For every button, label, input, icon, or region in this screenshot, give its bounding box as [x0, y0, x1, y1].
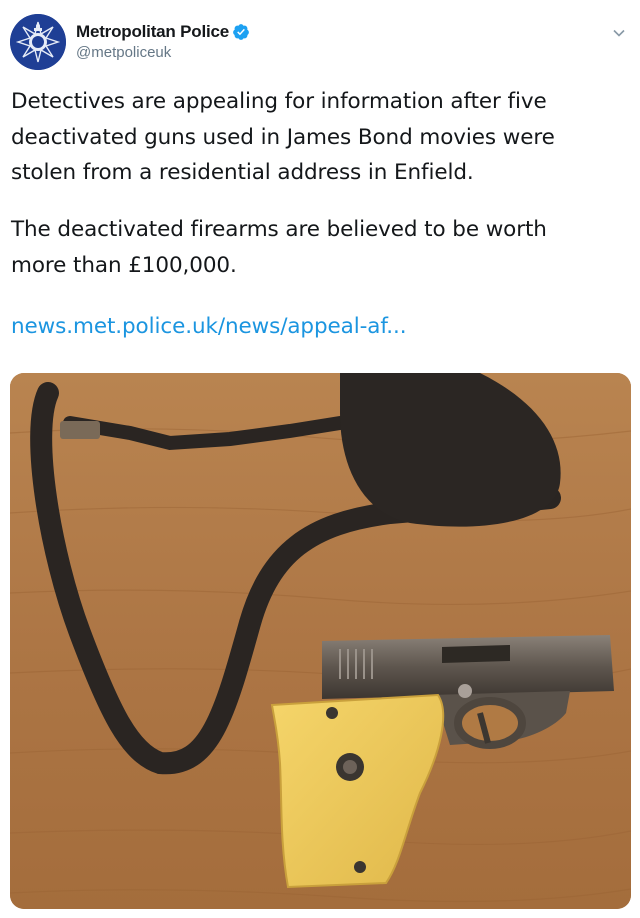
- police-crest-icon: [10, 14, 66, 70]
- tweet-line: deactivated guns used in James Bond movi…: [11, 124, 555, 150]
- pistol-photo: [10, 373, 631, 909]
- news-link[interactable]: news.met.police.uk/news/appeal-af...: [11, 314, 407, 339]
- tweet-media-photo[interactable]: [10, 373, 631, 909]
- account-handle[interactable]: @metpoliceuk: [76, 44, 250, 61]
- display-name-row: Metropolitan Police: [76, 22, 250, 42]
- tweet-line: The deactivated firearms are believed to…: [11, 217, 547, 242]
- tweet-line: Detectives are appealing for information…: [11, 89, 547, 114]
- tweet-line: stolen from a residential address in Enf…: [11, 160, 474, 185]
- display-name[interactable]: Metropolitan Police: [76, 22, 229, 42]
- chevron-down-icon[interactable]: [612, 26, 626, 40]
- avatar[interactable]: [10, 14, 66, 70]
- account-names: Metropolitan Police @metpoliceuk: [76, 22, 250, 61]
- tweet-line: more than £100,000.: [11, 252, 237, 278]
- tweet-paragraph-1: Detectives are appealing for information…: [11, 84, 631, 191]
- tweet-card: Metropolitan Police @metpoliceuk Detecti…: [0, 0, 640, 918]
- verified-badge-icon: [233, 24, 249, 40]
- tweet-paragraph-2: The deactivated firearms are believed to…: [11, 212, 631, 283]
- tweet-header: Metropolitan Police @metpoliceuk: [10, 14, 630, 74]
